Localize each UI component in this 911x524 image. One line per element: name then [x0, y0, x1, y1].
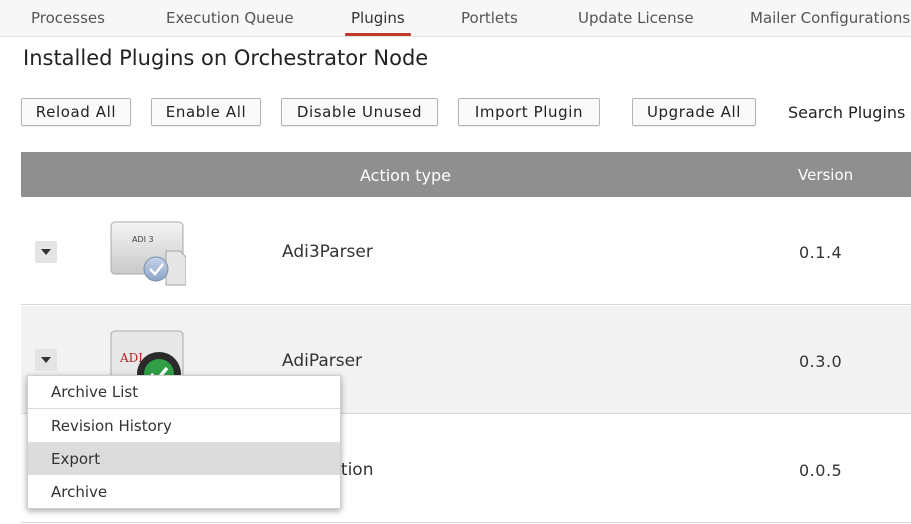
plugin-version: 0.1.4 [799, 243, 843, 262]
tab-execution-queue[interactable]: Execution Queue [166, 9, 294, 27]
menu-item-export[interactable]: Export [28, 442, 340, 475]
top-navigation: Processes Execution Queue Plugins Portle… [0, 0, 911, 37]
svg-text:ADI 3: ADI 3 [132, 235, 154, 244]
enable-all-button[interactable]: Enable All [151, 98, 261, 126]
table-row: ADI 3 Adi3Parser 0.1.4 [21, 197, 911, 305]
reload-all-button[interactable]: Reload All [21, 98, 131, 126]
row-expand-caret[interactable] [35, 349, 57, 371]
menu-item-archive[interactable]: Archive [28, 475, 340, 508]
column-header-version[interactable]: Version [798, 166, 853, 184]
plugin-name: AdiParser [282, 351, 363, 371]
menu-item-archive-list[interactable]: Archive List [28, 376, 340, 409]
search-plugins-label: Search Plugins [788, 103, 906, 122]
table-header: Action type Version [21, 152, 911, 197]
plugin-actions-menu: Archive List Revision History Export Arc… [27, 375, 341, 509]
adi3-document-check-icon: ADI 3 [110, 221, 187, 287]
menu-item-revision-history[interactable]: Revision History [28, 409, 340, 442]
tab-plugins[interactable]: Plugins [345, 9, 411, 36]
upgrade-all-button[interactable]: Upgrade All [632, 98, 756, 126]
plugin-version: 0.0.5 [799, 461, 843, 480]
plugin-version: 0.3.0 [799, 352, 843, 371]
tab-mailer-configurations[interactable]: Mailer Configurations [750, 9, 910, 27]
import-plugin-button[interactable]: Import Plugin [458, 98, 600, 126]
plugin-name: Adi3Parser [282, 242, 373, 262]
disable-unused-button[interactable]: Disable Unused [281, 98, 438, 126]
tab-update-license[interactable]: Update License [578, 9, 694, 27]
page-title: Installed Plugins on Orchestrator Node [23, 46, 429, 70]
column-header-action-type[interactable]: Action type [360, 166, 451, 185]
tab-portlets[interactable]: Portlets [461, 9, 518, 27]
row-expand-caret[interactable] [35, 241, 57, 263]
tab-processes[interactable]: Processes [31, 9, 105, 27]
svg-text:ADI: ADI [119, 351, 143, 365]
